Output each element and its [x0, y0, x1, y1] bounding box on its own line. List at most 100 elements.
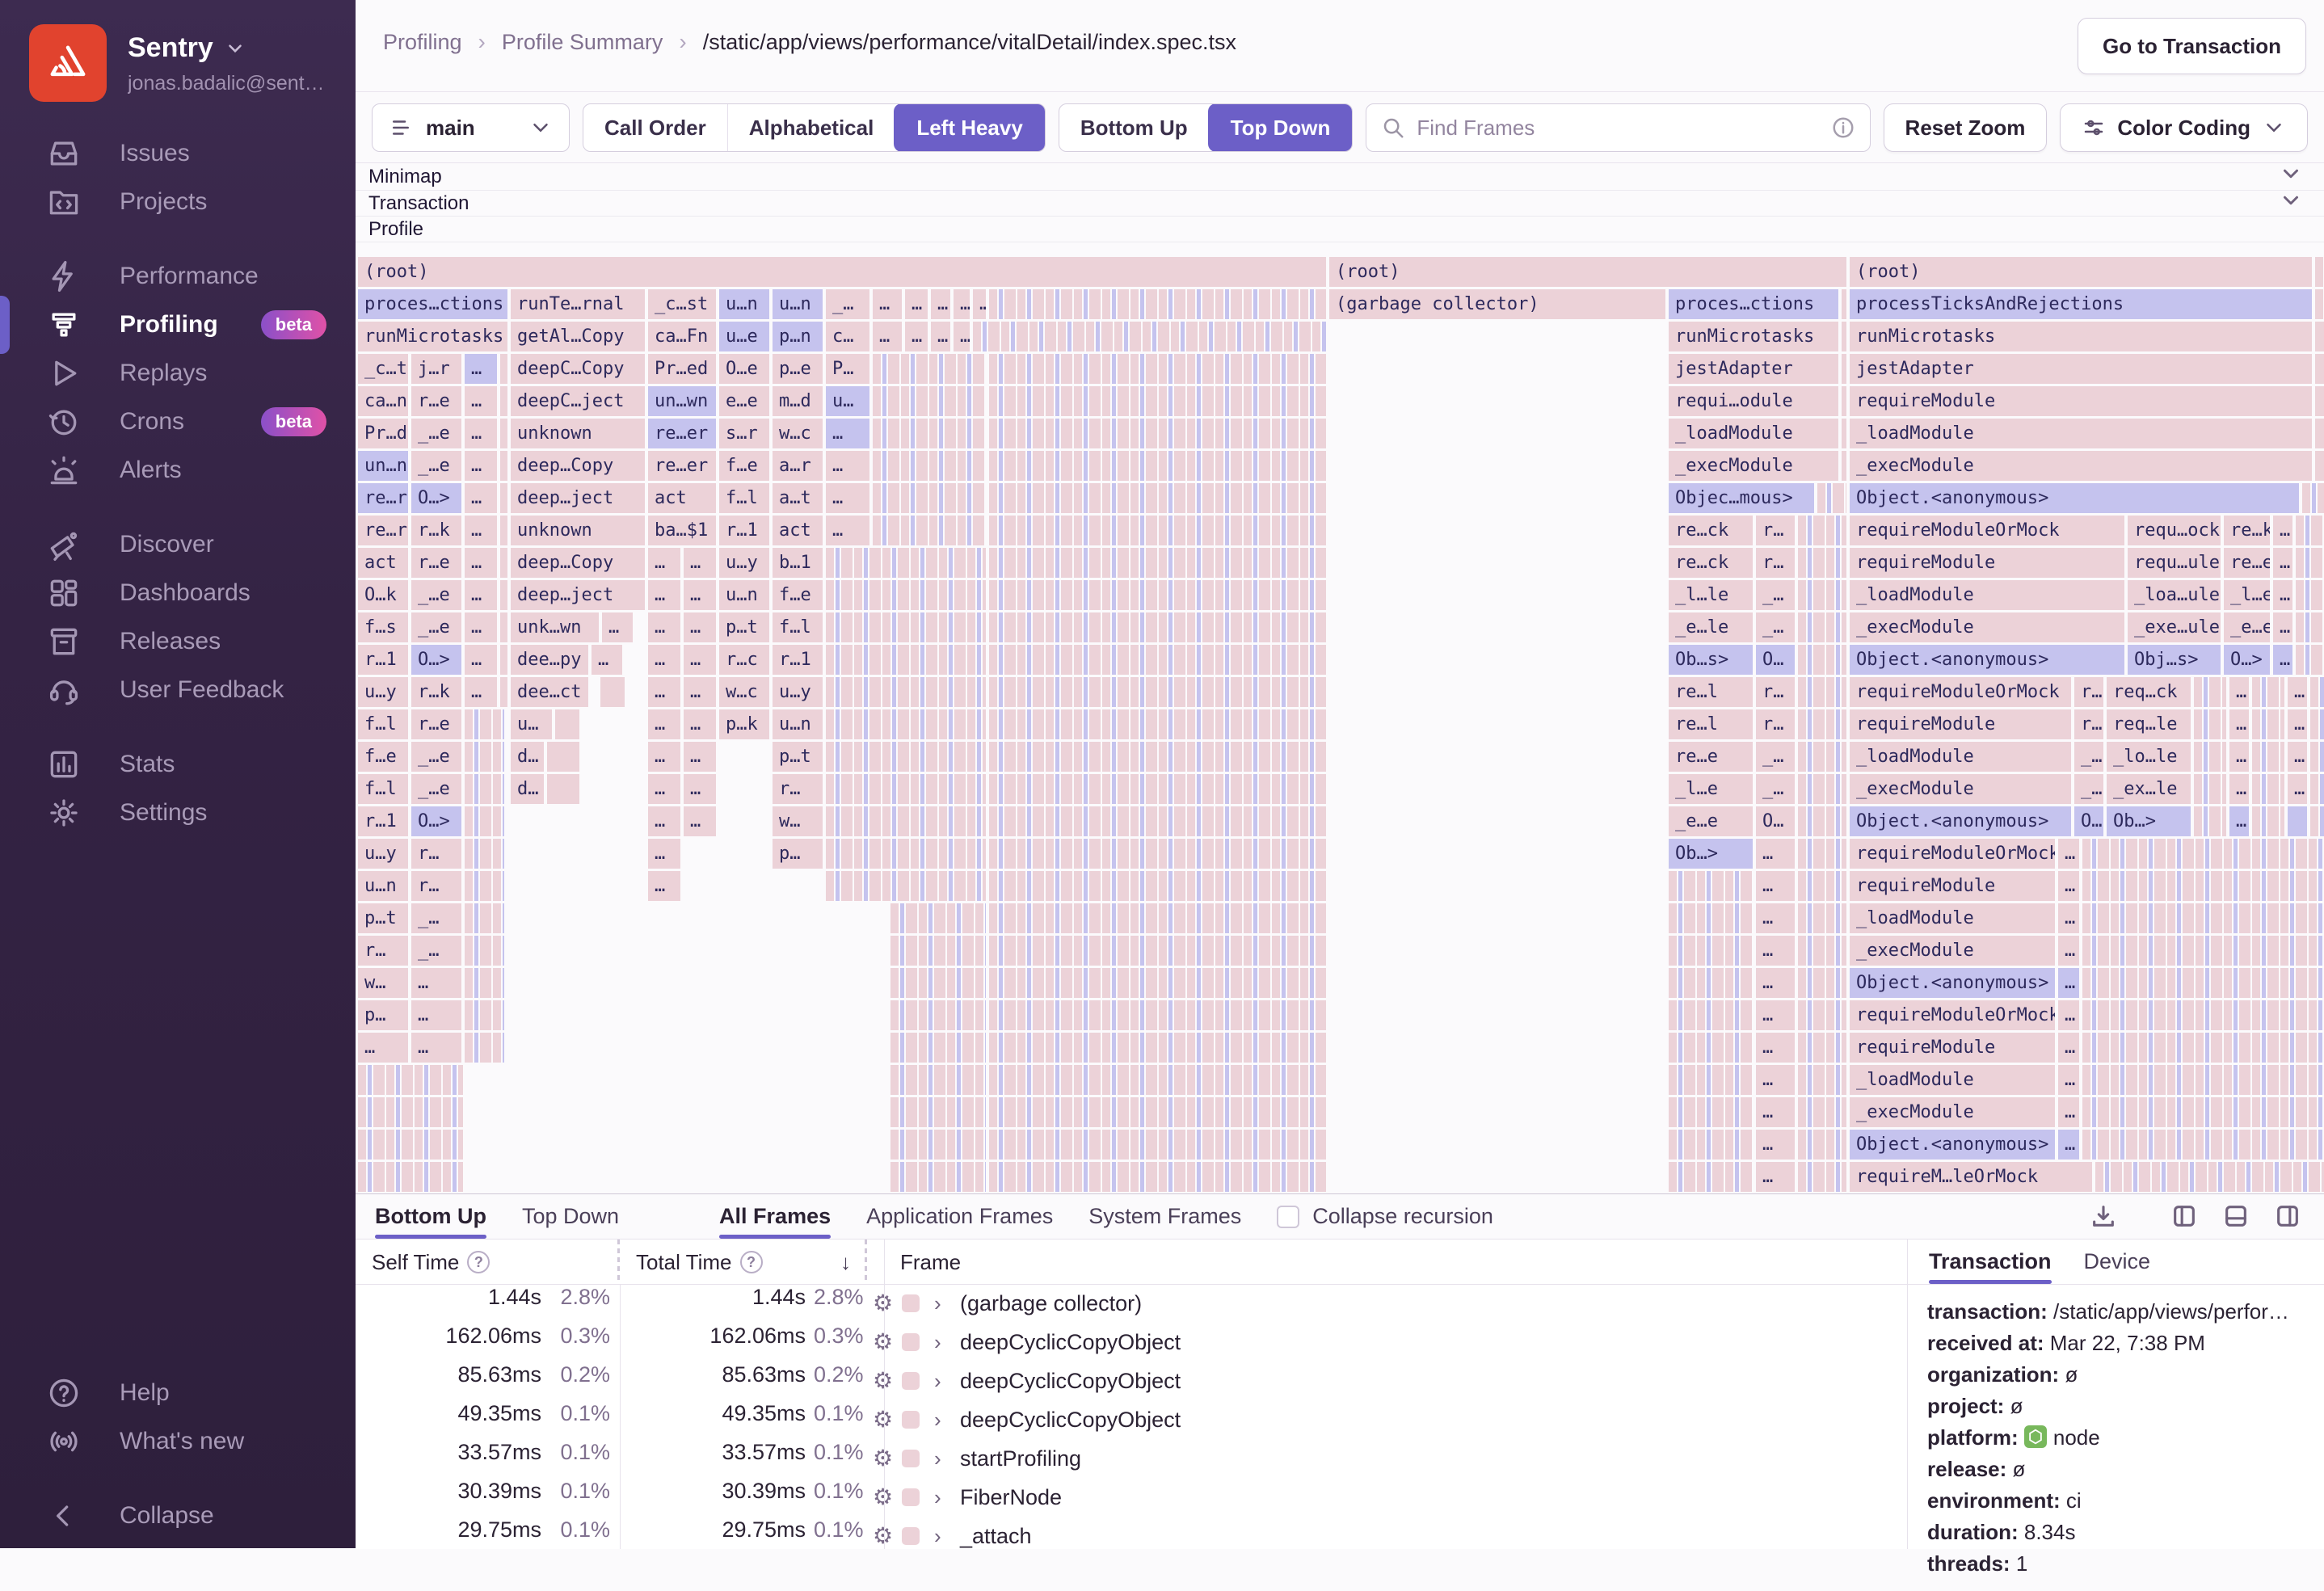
flame-frame[interactable] [2082, 1130, 2324, 1160]
flame-frame[interactable]: r…1 [358, 645, 408, 675]
flame-frame[interactable]: O…> [411, 483, 461, 513]
flame-frame[interactable]: … [648, 645, 680, 675]
flame-frame[interactable] [2296, 580, 2324, 610]
flame-frame[interactable]: _loadModule [1850, 1065, 2055, 1095]
sidebar-item-what-s-new[interactable]: What's new [0, 1417, 356, 1466]
flame-frame[interactable] [2082, 839, 2324, 869]
flame-frame[interactable]: deep…Copy [511, 451, 645, 481]
flame-frame[interactable]: … [684, 677, 716, 707]
flame-frame[interactable]: … [465, 645, 497, 675]
flame-frame[interactable]: … [2273, 580, 2292, 610]
segment-bottom-up[interactable]: Bottom Up [1059, 104, 1209, 151]
flame-frame[interactable] [1842, 289, 1846, 319]
flame-frame[interactable]: r…c [719, 645, 769, 675]
flame-frame[interactable] [1817, 483, 1846, 513]
flame-frame[interactable]: proces…ctions [358, 289, 507, 319]
flame-frame[interactable]: (garbage collector) [1329, 289, 1665, 319]
flame-frame[interactable] [989, 1130, 1326, 1160]
flame-frame[interactable]: re…er [648, 419, 716, 448]
chevron-down-icon[interactable] [2279, 162, 2303, 192]
flame-frame[interactable]: ca…n [358, 386, 408, 416]
flame-frame[interactable] [1798, 1065, 1846, 1095]
flame-frame[interactable] [989, 677, 1326, 707]
segment-top-down[interactable]: Top Down [1207, 104, 1353, 151]
column-resize-handle[interactable] [865, 1240, 867, 1284]
flame-frame[interactable]: _…e [411, 451, 461, 481]
flame-frame[interactable]: requireModule [1850, 709, 2071, 739]
flame-frame[interactable]: processTicksAndRejections [1850, 289, 2312, 319]
go-to-transaction-button[interactable]: Go to Transaction [2077, 18, 2306, 74]
flame-frame[interactable]: runMicrotasks [358, 322, 507, 351]
flame-frame[interactable]: _l…le [1669, 580, 1753, 610]
flame-frame[interactable]: deep…ject [511, 580, 645, 610]
flame-frame[interactable] [1798, 612, 1846, 642]
flame-frame[interactable] [1798, 806, 1846, 836]
flame-frame[interactable] [2194, 774, 2226, 804]
sidebar-item-crons[interactable]: Crons beta [0, 398, 356, 446]
flame-frame[interactable] [1798, 1130, 1846, 1160]
flame-frame[interactable] [1669, 1097, 1753, 1127]
flame-frame[interactable]: … [2229, 774, 2249, 804]
sort-direction-icon[interactable]: ↓ [840, 1240, 851, 1285]
tab-bottom-up[interactable]: Bottom Up [375, 1194, 486, 1239]
frame-header[interactable]: Frame [900, 1240, 961, 1285]
flame-frame[interactable]: (root) [1329, 257, 1846, 287]
flame-frame[interactable] [1842, 386, 1846, 416]
flame-frame[interactable]: requireModule [1850, 1033, 2055, 1063]
flame-frame[interactable]: … [648, 709, 680, 739]
find-frames-search[interactable] [1366, 103, 1871, 152]
flame-frame[interactable] [2082, 903, 2324, 933]
flame-frame[interactable]: O…> [2224, 645, 2270, 675]
flame-frame[interactable]: f…l [358, 774, 408, 804]
flame-frame[interactable] [1798, 742, 1846, 772]
flame-frame[interactable] [989, 742, 1326, 772]
flame-frame[interactable]: u…n [358, 871, 408, 901]
flame-frame[interactable]: … [684, 612, 716, 642]
flame-frame[interactable] [989, 806, 1326, 836]
flame-frame[interactable] [500, 386, 507, 416]
flame-frame[interactable] [358, 1162, 463, 1192]
flame-frame[interactable]: … [954, 322, 970, 351]
flame-frame[interactable]: … [648, 774, 680, 804]
flame-frame[interactable]: … [931, 322, 950, 351]
flame-frame[interactable]: ca…Fn [648, 322, 716, 351]
flame-frame[interactable] [989, 354, 1326, 384]
flame-frame[interactable] [2194, 742, 2226, 772]
flame-frame[interactable]: … [1756, 903, 1795, 933]
flame-frame[interactable] [465, 742, 504, 772]
flame-frame[interactable]: … [602, 612, 633, 642]
flame-frame[interactable] [1669, 1065, 1753, 1095]
flame-frame[interactable] [2296, 645, 2324, 675]
flame-frame[interactable]: … [648, 871, 680, 901]
flame-frame[interactable]: f…e [719, 451, 769, 481]
flame-frame[interactable]: … [954, 289, 970, 319]
flamegraph-canvas[interactable]: (root) (root) (root) proces…ctions runTe…rna… [358, 242, 2324, 1193]
flame-frame[interactable] [1798, 548, 1846, 578]
flame-frame[interactable] [890, 1097, 986, 1127]
flame-frame[interactable]: … [2288, 742, 2307, 772]
flame-frame[interactable] [989, 709, 1326, 739]
flame-frame[interactable] [890, 1162, 986, 1192]
flame-frame[interactable]: _execModule [1850, 612, 2124, 642]
flame-frame[interactable] [989, 386, 1326, 416]
flame-frame[interactable] [989, 1000, 1326, 1030]
flame-frame[interactable]: u…n [719, 580, 769, 610]
sidebar-item-help[interactable]: Help [0, 1369, 356, 1417]
flame-frame[interactable] [1798, 580, 1846, 610]
flame-frame[interactable]: _loadModule [1850, 742, 2071, 772]
flame-frame[interactable] [989, 451, 1326, 481]
sidebar-item-settings[interactable]: Settings [0, 789, 356, 837]
flame-frame[interactable]: f…l [719, 483, 769, 513]
flame-frame[interactable]: … [648, 806, 680, 836]
flame-frame[interactable] [826, 612, 986, 642]
flame-frame[interactable]: p…t [719, 612, 769, 642]
flame-frame[interactable]: … [2058, 968, 2079, 998]
flame-frame[interactable]: O… [1756, 806, 1795, 836]
flame-frame[interactable] [873, 386, 986, 416]
flame-frame[interactable] [890, 1033, 986, 1063]
flame-frame[interactable]: _c…st [648, 289, 716, 319]
flame-frame[interactable] [2252, 774, 2284, 804]
flame-frame[interactable]: re…k [2224, 516, 2270, 545]
flame-frame[interactable] [890, 936, 986, 966]
org-switcher[interactable]: Sentry jonas.badalic@sent… [29, 24, 322, 102]
